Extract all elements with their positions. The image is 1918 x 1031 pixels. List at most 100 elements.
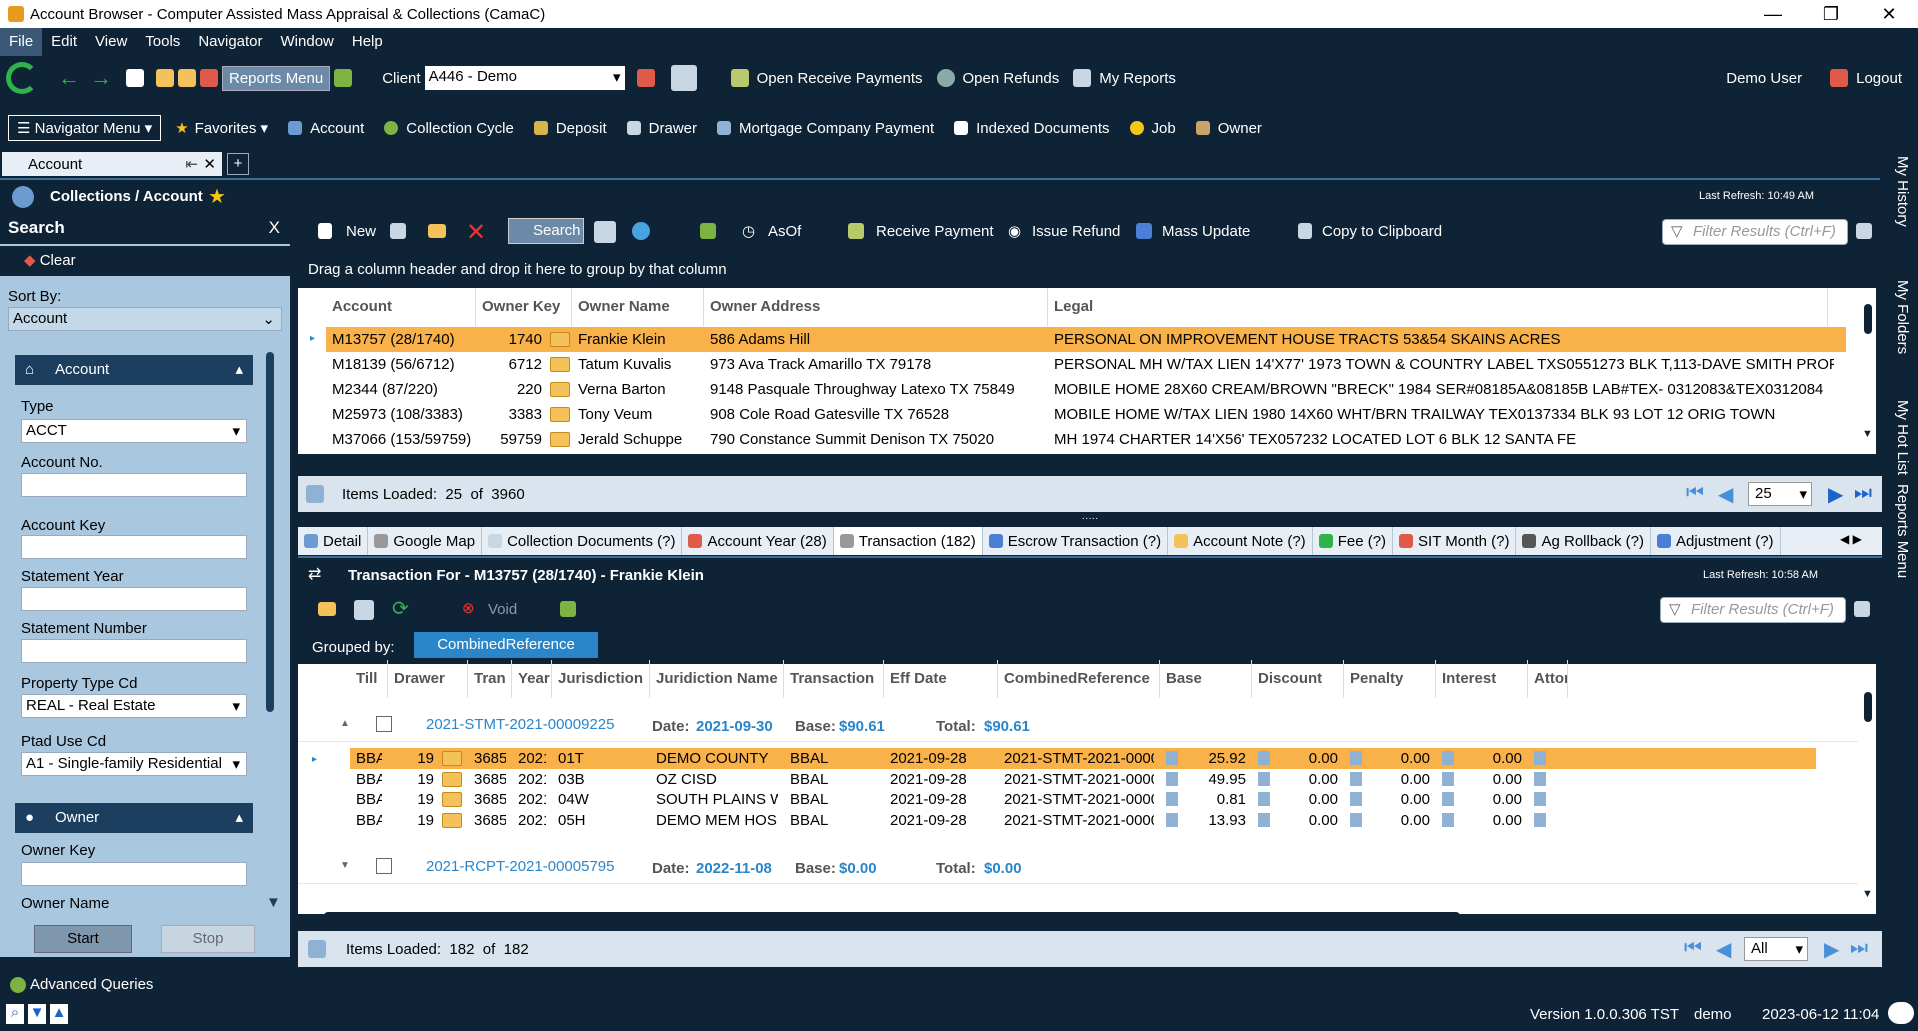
calculator-icon[interactable]	[1442, 751, 1454, 765]
mass-update-button[interactable]: Mass Update	[1162, 223, 1250, 240]
calculator-icon[interactable]	[1166, 812, 1178, 827]
tab-account-year-28[interactable]: Account Year (28)	[682, 527, 834, 555]
group2-header[interactable]: ▼ 2021-RCPT-2021-00005795 Date: 2022-11-…	[298, 850, 1858, 884]
nav-job[interactable]: Job	[1129, 120, 1176, 137]
folder-icon[interactable]	[550, 407, 570, 422]
first-page-icon[interactable]: ⏮	[1684, 937, 1702, 960]
calculator-icon[interactable]	[1258, 792, 1270, 806]
folder-icon[interactable]	[442, 812, 462, 828]
page-size-select[interactable]: 25 ▾	[1748, 482, 1812, 506]
statement-year-input[interactable]	[21, 587, 247, 611]
stop-button[interactable]: Stop	[161, 925, 255, 953]
close-search-button[interactable]: X	[269, 212, 280, 244]
calculator-icon[interactable]	[1350, 812, 1362, 827]
asof-button[interactable]: AsOf	[768, 223, 801, 240]
dock-my-folders[interactable]: My Folders	[1894, 280, 1911, 354]
type-select[interactable]: ACCT ▾	[21, 419, 247, 443]
tx-col-base[interactable]: Base	[1160, 660, 1252, 698]
save-icon[interactable]	[594, 221, 616, 243]
client-select[interactable]: A446 - Demo ▾	[424, 66, 625, 90]
calendar-icon[interactable]	[178, 69, 196, 87]
account-row[interactable]: M18139 (56/6712) 6712 Tatum Kuvalis 973 Ava…	[326, 352, 1846, 377]
maximize-button[interactable]: ❐	[1802, 0, 1860, 28]
tx-col-attor[interactable]: Attor	[1528, 660, 1568, 698]
tx-col-drawer-seq[interactable]: Drawer Seq	[388, 660, 468, 698]
globe-icon[interactable]	[632, 222, 650, 240]
calculator-icon[interactable]	[1350, 792, 1362, 806]
nav-mortgage-company-payment[interactable]: Mortgage Company Payment	[717, 120, 934, 137]
tab-scroll-arrows[interactable]: ◀ ▶	[1840, 532, 1862, 546]
tx-col-discount[interactable]: Discount	[1252, 660, 1344, 698]
search-button[interactable]: Search	[508, 218, 584, 244]
close-tab-icon[interactable]: ✕	[203, 155, 216, 173]
scroll-down-icon[interactable]: ▼	[1862, 888, 1873, 900]
new-tab-button[interactable]: +	[227, 153, 249, 175]
pin-icon[interactable]: ⇤	[185, 155, 198, 173]
tx-col-jurisdiction-cd[interactable]: Jurisdiction Cd	[552, 660, 650, 698]
nav-indexed-documents[interactable]: Indexed Documents	[954, 120, 1110, 137]
menu-tools[interactable]: Tools	[136, 28, 189, 56]
logout-button[interactable]: Logout	[1856, 70, 1902, 87]
dock-my-history[interactable]: My History	[1894, 156, 1911, 227]
next-page-icon[interactable]: ▶	[1824, 937, 1839, 962]
calculator-icon[interactable]	[1534, 792, 1546, 806]
collapse-icon[interactable]: ▲	[340, 718, 350, 729]
first-page-icon[interactable]: ⏮	[1686, 482, 1704, 505]
dock-my-hot-list[interactable]: My Hot List	[1894, 400, 1911, 475]
clear-button[interactable]: Clear	[40, 252, 76, 269]
folder-icon[interactable]	[156, 69, 174, 87]
export-icon[interactable]	[560, 601, 576, 617]
collapse-icon[interactable]: ▼	[340, 860, 350, 871]
reports-menu-button[interactable]: Reports Menu	[222, 65, 331, 91]
menu-navigator[interactable]: Navigator	[189, 28, 271, 56]
nav-account[interactable]: Account	[288, 120, 364, 137]
folder-icon[interactable]	[442, 792, 462, 807]
calculator-icon[interactable]	[1258, 751, 1270, 765]
calculator-icon[interactable]	[1442, 771, 1454, 786]
sort-by-select[interactable]: Account ⌄	[8, 307, 282, 331]
advanced-queries-button[interactable]: Advanced Queries	[30, 976, 153, 993]
void-button[interactable]: Void	[488, 601, 517, 618]
open-receive-payments-button[interactable]: Open Receive Payments	[757, 70, 923, 87]
vertical-scrollbar[interactable]	[1864, 304, 1872, 334]
horizontal-scrollbar[interactable]	[322, 458, 1002, 466]
report-icon[interactable]	[200, 69, 218, 87]
tx-col-eff-date[interactable]: Eff Date	[884, 660, 998, 698]
calculator-icon[interactable]	[1442, 812, 1454, 827]
group1-header[interactable]: ▲ 2021-STMT-2021-00009225 Date: 2021-09-…	[298, 708, 1858, 742]
calculator-icon[interactable]	[1166, 792, 1178, 806]
open-folder-icon[interactable]	[318, 602, 336, 616]
scroll-up-arrow-icon[interactable]: ▲	[50, 1004, 68, 1024]
my-reports-button[interactable]: My Reports	[1099, 70, 1176, 87]
folder-icon[interactable]	[550, 382, 570, 397]
table-row[interactable]: BBAL 19 36853 2021 04W SOUTH PLAINS WATER BBAL…	[350, 789, 1816, 810]
account-no-input[interactable]	[21, 473, 247, 497]
scroll-down-arrow-icon[interactable]: ▼	[28, 1004, 46, 1024]
dock-reports-menu[interactable]: Reports Menu	[1894, 484, 1911, 578]
menu-file[interactable]: File	[0, 28, 43, 56]
horizontal-scrollbar[interactable]	[324, 912, 1460, 920]
tx-col-juridiction-name[interactable]: Juridiction Name	[650, 660, 784, 698]
owner-key-input[interactable]	[21, 862, 247, 886]
account-key-input[interactable]	[21, 535, 247, 559]
filter-options-icon[interactable]	[1854, 601, 1870, 617]
start-button[interactable]: Start	[34, 925, 132, 953]
tab-collection-documents[interactable]: Collection Documents (?)	[482, 527, 683, 555]
clear-client-icon[interactable]	[636, 69, 655, 87]
statement-number-input[interactable]	[21, 639, 247, 663]
tx-col-tran[interactable]: Tran	[468, 660, 512, 698]
transaction-filter-input[interactable]: Filter Results (Ctrl+F) ▽	[1660, 597, 1846, 623]
tab-sit-month[interactable]: SIT Month (?)	[1393, 527, 1517, 555]
calculator-icon[interactable]	[1534, 812, 1546, 827]
open-refunds-button[interactable]: Open Refunds	[963, 70, 1060, 87]
calculator-icon[interactable]	[1534, 771, 1546, 786]
calculator-icon[interactable]	[1258, 812, 1270, 827]
calculator-icon[interactable]	[1350, 771, 1362, 786]
back-arrow-icon[interactable]: ←	[58, 65, 80, 91]
tab-google-map[interactable]: Google Map	[368, 527, 483, 555]
search-icon[interactable]: ⌕	[6, 1004, 24, 1024]
menu-window[interactable]: Window	[272, 28, 343, 56]
tx-col-year[interactable]: Year	[512, 660, 552, 698]
property-type-select[interactable]: REAL - Real Estate ▾	[21, 694, 247, 718]
col-owner-key[interactable]: Owner Key	[476, 288, 572, 326]
